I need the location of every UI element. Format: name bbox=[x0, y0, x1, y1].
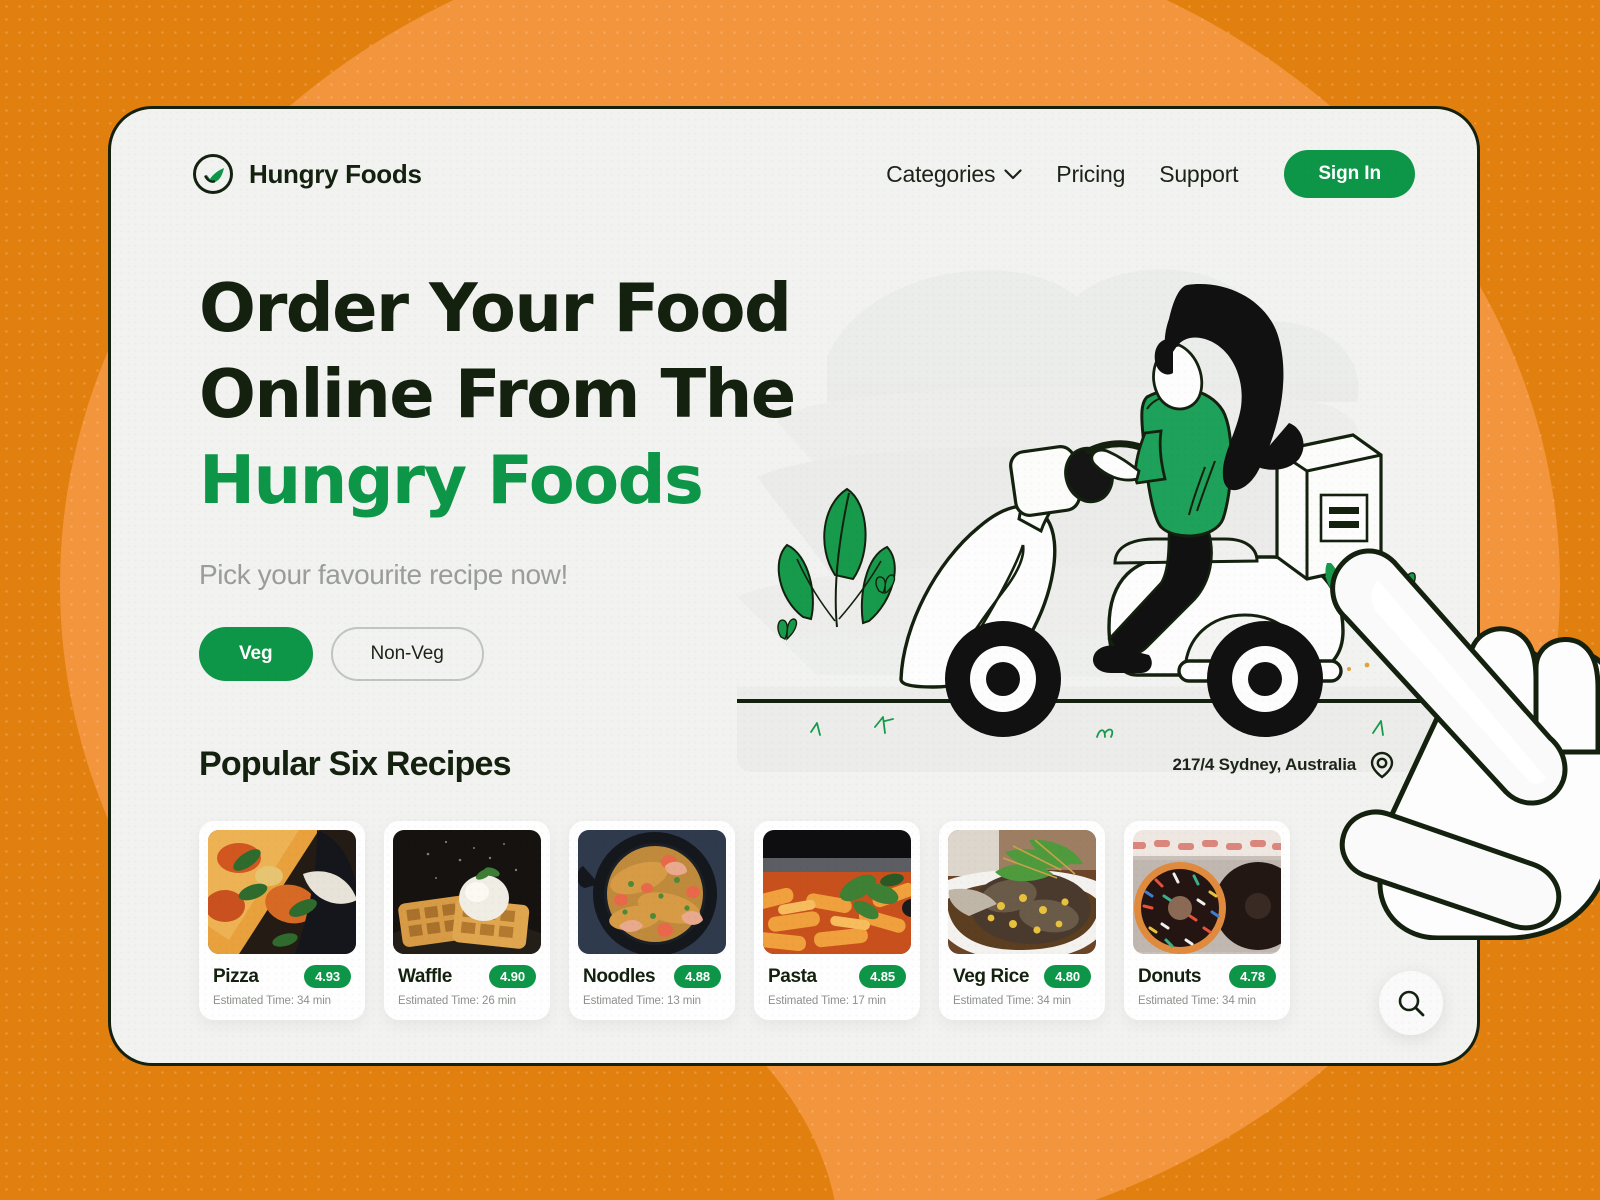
recipe-name: Pasta bbox=[768, 965, 817, 987]
sign-in-button[interactable]: Sign In bbox=[1284, 150, 1415, 198]
recipe-time: Estimated Time: 17 min bbox=[768, 995, 886, 1007]
recipe-meta-pizza: Pizza 4.93 Estimated Time: 34 min bbox=[208, 954, 356, 1020]
recipe-meta-noodles: Noodles 4.88 Estimated Time: 13 min bbox=[578, 954, 726, 1020]
main-nav: Categories Pricing Support Sign In bbox=[886, 150, 1415, 198]
nav-item-categories[interactable]: Categories bbox=[886, 161, 1022, 188]
recipe-name: Veg Rice bbox=[953, 965, 1030, 987]
filter-veg-button[interactable]: Veg bbox=[199, 627, 313, 681]
nav-item-pricing[interactable]: Pricing bbox=[1056, 161, 1125, 188]
leaf-check-circle-icon bbox=[193, 154, 233, 194]
recipe-card-pizza[interactable]: Pizza 4.93 Estimated Time: 34 min bbox=[199, 821, 365, 1020]
recipe-time: Estimated Time: 34 min bbox=[1138, 995, 1256, 1007]
popular-section-header: Popular Six Recipes 217/4 Sydney, Austra… bbox=[199, 745, 1395, 784]
recipe-rating-badge: 4.93 bbox=[304, 965, 351, 988]
recipe-card-list: Pizza 4.93 Estimated Time: 34 min Waffle… bbox=[199, 821, 1399, 1020]
search-icon bbox=[1398, 990, 1425, 1017]
section-title: Popular Six Recipes bbox=[199, 745, 512, 783]
site-header: Hungry Foods Categories Pricing Support … bbox=[111, 109, 1477, 239]
nav-item-support[interactable]: Support bbox=[1159, 161, 1238, 188]
location-pin-icon bbox=[1370, 751, 1394, 778]
recipe-meta-waffle: Waffle 4.90 Estimated Time: 26 min bbox=[393, 954, 541, 1020]
hero-headline-line-3: Hungry Foods bbox=[199, 441, 704, 519]
brand-name: Hungry Foods bbox=[249, 158, 422, 189]
recipe-card-noodles[interactable]: Noodles 4.88 Estimated Time: 13 min bbox=[569, 821, 735, 1020]
recipe-thumbnail-veg-rice bbox=[948, 830, 1096, 954]
filter-non-veg-button[interactable]: Non-Veg bbox=[330, 627, 484, 681]
recipe-card-waffle[interactable]: Waffle 4.90 Estimated Time: 26 min bbox=[384, 821, 550, 1020]
recipe-name: Waffle bbox=[398, 965, 452, 987]
recipe-rating-badge: 4.88 bbox=[674, 965, 721, 988]
recipe-rating-badge: 4.85 bbox=[859, 965, 906, 988]
recipe-name: Donuts bbox=[1138, 965, 1202, 987]
recipe-meta-pasta: Pasta 4.85 Estimated Time: 17 min bbox=[763, 954, 911, 1020]
recipe-time: Estimated Time: 34 min bbox=[953, 995, 1071, 1007]
app-window-card: Hungry Foods Categories Pricing Support … bbox=[108, 106, 1480, 1066]
recipe-name: Pizza bbox=[213, 965, 259, 987]
recipe-card-veg-rice[interactable]: Veg Rice 4.80 Estimated Time: 34 min bbox=[939, 821, 1105, 1020]
delivery-address-label: 217/4 Sydney, Australia bbox=[1172, 754, 1357, 774]
nav-item-categories-label: Categories bbox=[886, 160, 996, 187]
recipe-card-pasta[interactable]: Pasta 4.85 Estimated Time: 17 min bbox=[754, 821, 920, 1020]
search-fab-button[interactable] bbox=[1379, 971, 1443, 1035]
recipe-thumbnail-donuts bbox=[1133, 830, 1281, 954]
recipe-rating-badge: 4.80 bbox=[1044, 965, 1091, 988]
delivery-address[interactable]: 217/4 Sydney, Australia bbox=[1173, 751, 1395, 779]
recipe-meta-donuts: Donuts 4.78 Estimated Time: 34 min bbox=[1133, 954, 1281, 1020]
recipe-meta-veg-rice: Veg Rice 4.80 Estimated Time: 34 min bbox=[948, 954, 1096, 1020]
brand-logo[interactable]: Hungry Foods bbox=[193, 154, 422, 194]
hero-headline-line-2: Online From The bbox=[199, 355, 796, 433]
recipe-rating-badge: 4.78 bbox=[1229, 965, 1276, 988]
recipe-thumbnail-pasta bbox=[763, 830, 911, 954]
hero-headline-line-1: Order Your Food bbox=[199, 269, 792, 347]
recipe-time: Estimated Time: 13 min bbox=[583, 995, 701, 1007]
recipe-thumbnail-pizza bbox=[208, 830, 356, 954]
recipe-thumbnail-waffle bbox=[393, 830, 541, 954]
hero-subtitle: Pick your favourite recipe now! bbox=[199, 559, 568, 590]
recipe-time: Estimated Time: 26 min bbox=[398, 995, 516, 1007]
recipe-name: Noodles bbox=[583, 965, 656, 987]
recipe-thumbnail-noodles bbox=[578, 830, 726, 954]
recipe-time: Estimated Time: 34 min bbox=[213, 995, 331, 1007]
diet-filter-group: Veg Non-Veg bbox=[199, 627, 799, 681]
hero-text-block: Order Your Food Online From The Hungry F… bbox=[199, 265, 799, 681]
recipe-rating-badge: 4.90 bbox=[489, 965, 536, 988]
chevron-down-icon bbox=[1004, 168, 1022, 179]
recipe-card-donuts[interactable]: Donuts 4.78 Estimated Time: 34 min bbox=[1124, 821, 1290, 1020]
